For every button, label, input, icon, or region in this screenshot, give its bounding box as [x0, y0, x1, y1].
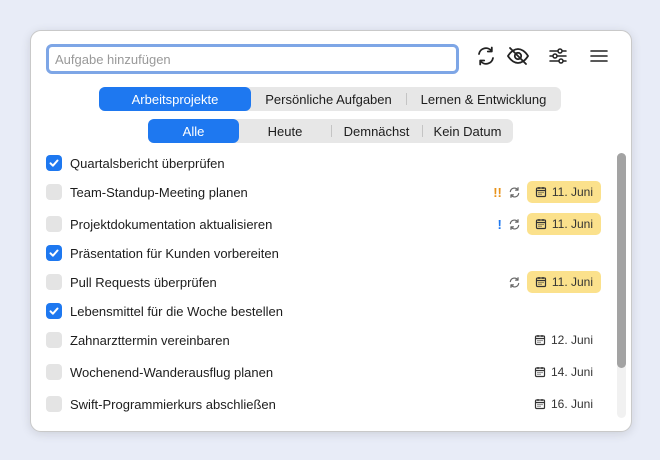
filter-kein-datum[interactable]: Kein Datum	[422, 119, 513, 143]
task-title: Swift-Programmierkurs abschließen	[70, 396, 276, 412]
task-checkbox[interactable]	[46, 332, 62, 348]
task-title: Pull Requests überprüfen	[70, 274, 217, 290]
task-row[interactable]: Pull Requests überprüfen 11. Juni	[46, 270, 601, 294]
hide-completed-button[interactable]	[504, 43, 532, 69]
date-filter-tabs: Alle Heute Demnächst Kein Datum	[148, 119, 513, 143]
scrollbar-track[interactable]	[617, 153, 626, 418]
calendar-icon	[535, 276, 547, 288]
task-meta: 11. Juni	[508, 271, 601, 293]
priority-indicator: !!	[493, 184, 502, 200]
task-checkbox[interactable]	[46, 303, 62, 319]
checkmark-icon	[48, 157, 60, 169]
calendar-icon	[534, 334, 546, 346]
calendar-icon	[534, 366, 546, 378]
tab-persoenliche-aufgaben[interactable]: Persönliche Aufgaben	[251, 87, 406, 111]
due-date-text: 11. Juni	[551, 217, 593, 231]
todo-panel: Arbeitsprojekte Persönliche Aufgaben Ler…	[30, 30, 632, 432]
task-title: Präsentation für Kunden vorbereiten	[70, 245, 279, 261]
due-date-badge[interactable]: 16. Juni	[526, 393, 601, 415]
task-title: Lebensmittel für die Woche bestellen	[70, 303, 283, 319]
task-row[interactable]: Präsentation für Kunden vorbereiten	[46, 241, 601, 265]
task-checkbox[interactable]	[46, 155, 62, 171]
due-date-text: 14. Juni	[550, 365, 593, 379]
calendar-icon	[535, 186, 547, 198]
tab-lernen-entwicklung[interactable]: Lernen & Entwicklung	[406, 87, 561, 111]
task-title: Quartalsbericht überprüfen	[70, 155, 225, 171]
task-meta: 14. Juni	[526, 361, 601, 383]
menu-button[interactable]	[585, 43, 613, 69]
search-field-wrapper	[46, 44, 459, 74]
due-date-text: 11. Juni	[551, 185, 593, 199]
checkmark-icon	[48, 247, 60, 259]
menu-icon	[590, 50, 608, 62]
task-meta: 12. Juni	[526, 329, 601, 351]
task-row[interactable]: Quartalsbericht überprüfen	[46, 151, 601, 175]
task-checkbox[interactable]	[46, 216, 62, 232]
due-date-text: 12. Juni	[550, 333, 593, 347]
calendar-icon	[534, 398, 546, 410]
task-row[interactable]: Projektdokumentation aktualisieren! 11. J…	[46, 212, 601, 236]
task-title: Projektdokumentation aktualisieren	[70, 216, 273, 232]
due-date-text: 16. Juni	[550, 397, 593, 411]
task-title: Team-Standup-Meeting planen	[70, 184, 248, 200]
filter-alle[interactable]: Alle	[148, 119, 239, 143]
task-row[interactable]: Lebensmittel für die Woche bestellen	[46, 299, 601, 323]
task-title: Wochenend-Wanderausflug planen	[70, 364, 274, 380]
task-meta: ! 11. Juni	[498, 213, 601, 235]
filter-demnaechst[interactable]: Demnächst	[331, 119, 422, 143]
task-row[interactable]: Zahnarzttermin vereinbaren 12. Juni	[46, 328, 601, 352]
filter-heute[interactable]: Heute	[239, 119, 331, 143]
recurring-icon	[508, 276, 521, 289]
filter-settings-button[interactable]	[544, 43, 572, 69]
task-row[interactable]: Team-Standup-Meeting planen!! 11. Juni	[46, 180, 601, 204]
tab-arbeitsprojekte[interactable]: Arbeitsprojekte	[99, 87, 251, 111]
task-meta: 16. Juni	[526, 393, 601, 415]
calendar-icon	[535, 218, 547, 230]
due-date-badge[interactable]: 12. Juni	[526, 329, 601, 351]
priority-indicator: !	[497, 216, 502, 232]
task-checkbox[interactable]	[46, 396, 62, 412]
task-checkbox[interactable]	[46, 245, 62, 261]
due-date-badge[interactable]: 11. Juni	[526, 271, 601, 293]
task-checkbox[interactable]	[46, 274, 62, 290]
hide-icon	[506, 47, 530, 65]
task-row[interactable]: Wochenend-Wanderausflug planen 14. Juni	[46, 360, 601, 384]
scrollbar-thumb[interactable]	[617, 153, 626, 368]
due-date-badge[interactable]: 11. Juni	[526, 181, 601, 203]
due-date-text: 11. Juni	[551, 275, 593, 289]
checkmark-icon	[48, 305, 60, 317]
sync-button[interactable]	[472, 43, 500, 69]
project-tabs: Arbeitsprojekte Persönliche Aufgaben Ler…	[99, 87, 561, 111]
add-task-input[interactable]	[49, 47, 456, 71]
sync-icon	[478, 46, 494, 66]
task-meta: !! 11. Juni	[493, 181, 601, 203]
sliders-icon	[549, 48, 567, 64]
recurring-icon	[508, 186, 521, 199]
task-title: Zahnarzttermin vereinbaren	[70, 332, 230, 348]
due-date-badge[interactable]: 14. Juni	[526, 361, 601, 383]
task-checkbox[interactable]	[46, 364, 62, 380]
recurring-icon	[508, 218, 521, 231]
task-row[interactable]: Swift-Programmierkurs abschließen 16. Jun…	[46, 392, 601, 416]
due-date-badge[interactable]: 11. Juni	[526, 213, 601, 235]
task-checkbox[interactable]	[46, 184, 62, 200]
